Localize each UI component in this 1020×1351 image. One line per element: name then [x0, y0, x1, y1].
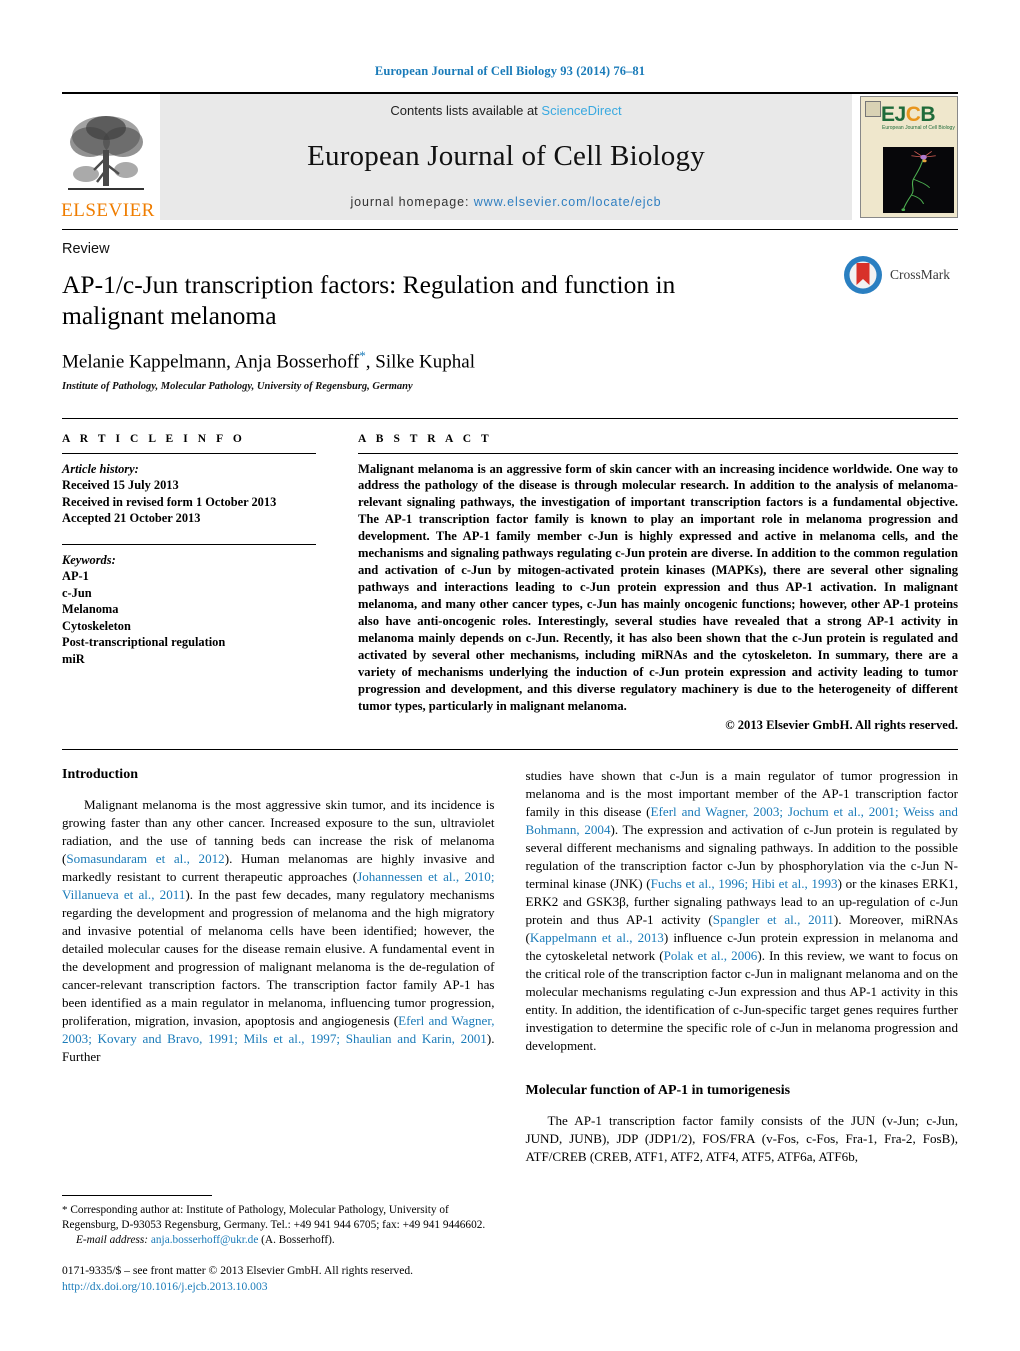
- email-line: E-mail address: anja.bosserhoff@ukr.de (…: [62, 1233, 492, 1248]
- keyword-item: Post-transcriptional regulation: [62, 635, 226, 650]
- info-abstract-section: A R T I C L E I N F O Article history: R…: [62, 417, 958, 733]
- body-column-right: studies have shown that c-Jun is a main …: [526, 767, 959, 1166]
- article-info-label: A R T I C L E I N F O: [62, 432, 246, 445]
- issn-line: 0171-9335/$ – see front matter © 2013 El…: [62, 1263, 414, 1277]
- abstract-rule: [358, 452, 958, 454]
- keyword-item: Melanoma: [62, 602, 119, 617]
- body-columns: Introduction Malignant melanoma is the m…: [62, 767, 958, 1166]
- right-text-f: ). In this review, we want to focus on t…: [525, 947, 959, 1053]
- article-page: European Journal of Cell Biology 93 (201…: [0, 0, 1020, 1351]
- history-received: Received 15 July 2013: [62, 478, 179, 493]
- sciencedirect-link[interactable]: ScienceDirect: [541, 103, 621, 118]
- email-suffix: (A. Bosserhoff).: [258, 1233, 335, 1246]
- homepage-prefix: journal homepage:: [350, 195, 474, 209]
- cover-side-text: [864, 150, 881, 156]
- contents-available-line: Contents lists available at ScienceDirec…: [390, 103, 621, 118]
- page-title: AP-1/c-Jun transcription factors: Regula…: [62, 270, 676, 330]
- article-info-column: A R T I C L E I N F O Article history: R…: [62, 433, 342, 733]
- journal-homepage-line: journal homepage: www.elsevier.com/locat…: [350, 195, 661, 209]
- cover-letter-b: B: [920, 103, 936, 126]
- article-history-group: Article history: Received 15 July 2013 R…: [62, 461, 316, 527]
- citation-link[interactable]: Somasundaram et al., 2012: [66, 851, 224, 866]
- intro-text-c: ). In the past few decades, many regulat…: [62, 886, 495, 1028]
- elsevier-tree-icon: [68, 116, 144, 190]
- info-rule-top: [62, 452, 316, 454]
- section-heading-introduction: Introduction: [62, 766, 138, 782]
- doi-link[interactable]: http://dx.doi.org/10.1016/j.ejcb.2013.10…: [62, 1279, 492, 1295]
- cover-stamp-icon: [865, 101, 881, 117]
- abstract-column: A B S T R A C T Malignant melanoma is an…: [342, 433, 958, 733]
- intro-paragraph: Malignant melanoma is the most aggressiv…: [62, 796, 495, 1066]
- abstract-label: A B S T R A C T: [358, 432, 493, 445]
- cover-top: EJCB European Journal of Cell Biology: [861, 97, 957, 143]
- authors-tail: , Silke Kuphal: [365, 351, 475, 373]
- running-head: European Journal of Cell Biology 93 (201…: [374, 64, 646, 78]
- affiliation: Institute of Pathology, Molecular Pathol…: [62, 380, 413, 392]
- article-history-heading: Article history:: [62, 461, 139, 476]
- citation-link[interactable]: Fuchs et al., 1996; Hibi et al., 1993: [651, 876, 838, 891]
- citation-link[interactable]: Kappelmann et al., 2013: [530, 930, 664, 945]
- footnote-section: * Corresponding author at: Institute of …: [62, 1194, 492, 1295]
- contents-prefix: Contents lists available at: [390, 103, 542, 118]
- authors-main: Melanie Kappelmann, Anja Bosserhoff: [62, 351, 360, 373]
- history-revised: Received in revised form 1 October 2013: [62, 494, 277, 509]
- body-separator: [62, 748, 958, 750]
- cover-letter-c: C: [905, 103, 921, 126]
- article-type: Review: [62, 241, 110, 257]
- keywords-heading: Keywords:: [62, 552, 116, 567]
- crossmark-icon: [844, 256, 882, 294]
- cover-letter-e: E: [881, 103, 895, 126]
- author-list: Melanie Kappelmann, Anja Bosserhoff*, Si…: [62, 348, 958, 373]
- elsevier-logo: ELSEVIER: [61, 94, 155, 221]
- citation-link[interactable]: Spangler et al., 2011: [713, 912, 834, 927]
- title-block: Review AP-1/c-Jun transcription factors:…: [62, 229, 958, 392]
- corresponding-author-text: Corresponding author at: Institute of Pa…: [62, 1203, 486, 1231]
- email-label: E-mail address:: [76, 1233, 149, 1246]
- footnote-rule: [62, 1194, 212, 1196]
- abstract-text: Malignant melanoma is an aggressive form…: [358, 461, 958, 713]
- homepage-url-link[interactable]: www.elsevier.com/locate/ejcb: [474, 195, 662, 209]
- email-link[interactable]: anja.bosserhoff@ukr.de: [151, 1234, 258, 1246]
- journal-masthead: ELSEVIER Contents lists available at Sci…: [61, 92, 958, 221]
- intro-continued-paragraph: studies have shown that c-Jun is a main …: [526, 767, 959, 1055]
- cover-subtitle: European Journal of Cell Biology: [882, 125, 955, 131]
- corresponding-author-note: * Corresponding author at: Institute of …: [62, 1203, 492, 1248]
- crossmark-badge[interactable]: CrossMark: [842, 252, 958, 298]
- keywords-group: Keywords: AP-1 c-Jun Melanoma Cytoskelet…: [62, 552, 316, 668]
- cover-acronym: EJCB: [881, 103, 936, 127]
- keyword-item: AP-1: [62, 569, 89, 584]
- molecular-function-paragraph: The AP-1 transcription factor family con…: [525, 1112, 959, 1164]
- info-rule-mid: [62, 543, 316, 545]
- elsevier-wordmark: ELSEVIER: [61, 200, 155, 221]
- keyword-item: Cytoskeleton: [62, 618, 131, 633]
- masthead-center: Contents lists available at ScienceDirec…: [160, 94, 852, 220]
- issn-copyright-block: 0171-9335/$ – see front matter © 2013 El…: [62, 1263, 492, 1295]
- citation-link[interactable]: Polak et al., 2006: [664, 948, 758, 963]
- cover-letter-j: J: [894, 103, 907, 126]
- journal-title: European Journal of Cell Biology: [307, 140, 705, 172]
- journal-cover-thumbnail: EJCB European Journal of Cell Biology: [860, 96, 958, 218]
- keyword-item: c-Jun: [62, 585, 92, 600]
- section-heading-molecular-function: Molecular function of AP-1 in tumorigene…: [525, 1082, 791, 1098]
- body-column-left: Introduction Malignant melanoma is the m…: [62, 767, 495, 1166]
- neuron-illustration-icon: [901, 151, 936, 212]
- cover-micrograph-image: [883, 147, 954, 213]
- abstract-copyright: © 2013 Elsevier GmbH. All rights reserve…: [725, 717, 958, 732]
- history-accepted: Accepted 21 October 2013: [62, 511, 201, 526]
- keyword-item: miR: [62, 651, 85, 666]
- crossmark-label: CrossMark: [890, 267, 950, 282]
